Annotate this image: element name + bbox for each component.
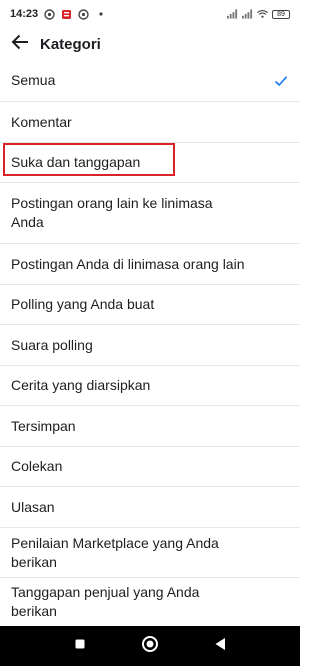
home-circle-icon xyxy=(141,635,159,658)
category-label: Penilaian Marketplace yang Anda berikan xyxy=(11,534,219,570)
category-label: Suka dan tanggapan xyxy=(11,154,141,170)
category-label: Tersimpan xyxy=(11,417,76,434)
signal-icon xyxy=(242,9,253,20)
back-triangle-icon xyxy=(214,637,226,656)
category-item-polling-anda-buat[interactable]: Polling yang Anda buat xyxy=(0,285,300,325)
category-label: Komentar xyxy=(11,113,72,130)
category-item-postingan-anda[interactable]: Postingan Anda di linimasa orang lain xyxy=(0,244,300,285)
category-item-cerita-diarsipkan[interactable]: Cerita yang diarsipkan xyxy=(0,366,300,406)
system-back-button[interactable] xyxy=(208,634,232,658)
back-arrow-icon xyxy=(11,34,29,55)
category-item-postingan-orang-lain[interactable]: Postingan orang lain ke linimasa Anda xyxy=(0,183,300,244)
category-item-tanggapan-penjual[interactable]: Tanggapan penjual yang Anda berikan xyxy=(0,578,300,626)
browser-icon xyxy=(44,8,55,20)
category-item-penilaian-marketplace[interactable]: Penilaian Marketplace yang Anda berikan xyxy=(0,528,300,578)
category-item-tersimpan[interactable]: Tersimpan xyxy=(0,406,300,447)
category-label: Postingan orang lain ke linimasa Anda xyxy=(11,195,213,230)
category-item-suara-polling[interactable]: Suara polling xyxy=(0,325,300,366)
category-item-colekan[interactable]: Colekan xyxy=(0,447,300,487)
dot-icon xyxy=(95,9,106,20)
battery-icon: 89 xyxy=(272,9,290,19)
category-item-komentar[interactable]: Komentar xyxy=(0,102,300,143)
category-label: Cerita yang diarsipkan xyxy=(11,377,151,393)
notification-icon xyxy=(61,9,72,20)
category-label: Colekan xyxy=(11,458,63,474)
signal-icon xyxy=(227,9,238,20)
page-title: Kategori xyxy=(40,35,101,53)
category-item-suka-dan-tanggapan[interactable]: Suka dan tanggapan xyxy=(0,143,300,183)
browser-icon xyxy=(78,8,89,20)
app-bar: Kategori xyxy=(0,28,300,60)
home-button[interactable] xyxy=(138,634,162,658)
status-left: 14:23 xyxy=(10,8,106,20)
back-button[interactable] xyxy=(10,34,30,54)
wifi-icon xyxy=(257,9,268,20)
category-label: Suara polling xyxy=(11,336,93,353)
category-label: Tanggapan penjual yang Anda berikan xyxy=(11,584,200,619)
check-icon xyxy=(274,74,288,88)
system-nav-bar xyxy=(0,626,300,666)
recents-button[interactable] xyxy=(68,634,92,658)
category-label: Ulasan xyxy=(11,498,55,515)
status-bar: 14:23 89 xyxy=(0,0,300,28)
category-label: Polling yang Anda buat xyxy=(11,296,155,312)
category-item-ulasan[interactable]: Ulasan xyxy=(0,487,300,528)
category-label: Semua xyxy=(11,72,56,88)
status-time: 14:23 xyxy=(10,8,39,20)
category-item-semua[interactable]: Semua xyxy=(0,60,300,102)
category-label: Postingan Anda di linimasa orang lain xyxy=(11,255,245,272)
recents-square-icon xyxy=(74,637,86,655)
status-right: 89 xyxy=(227,9,290,20)
